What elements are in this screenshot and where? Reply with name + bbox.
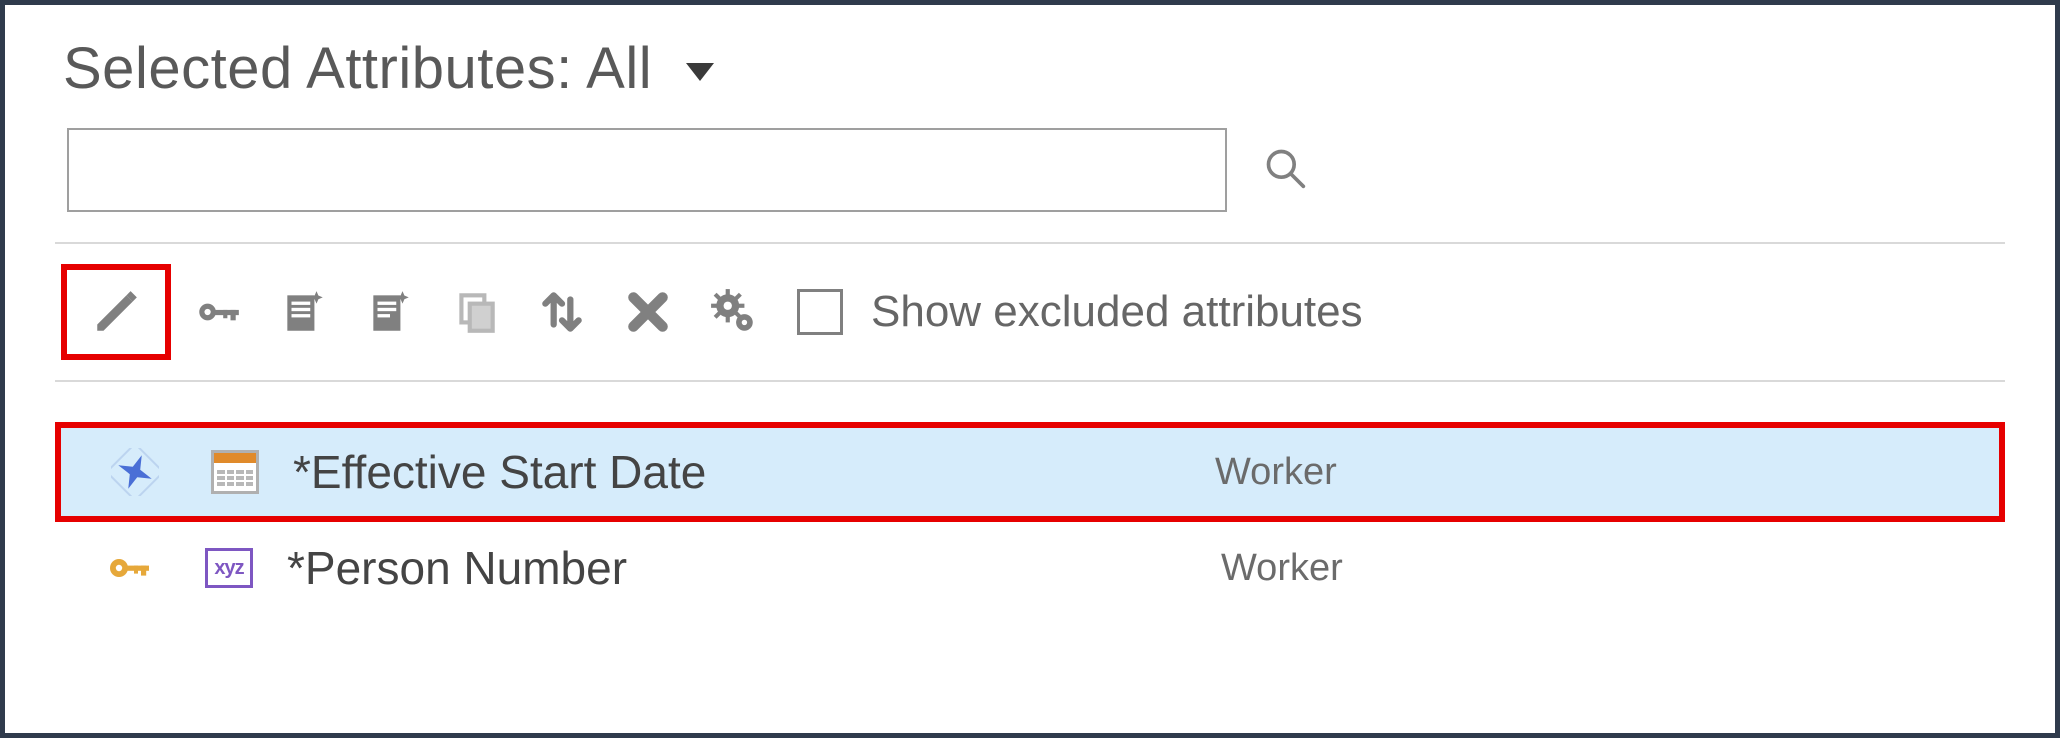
edit-button[interactable] bbox=[61, 264, 171, 360]
attribute-name: *Person Number bbox=[279, 541, 1221, 595]
show-excluded-checkbox[interactable] bbox=[797, 289, 843, 335]
attribute-name: *Effective Start Date bbox=[285, 445, 1215, 499]
panel-frame: Selected Attributes: All bbox=[0, 0, 2060, 738]
document-new-1-icon bbox=[279, 287, 329, 337]
toolbar: Show excluded attributes bbox=[55, 244, 2005, 382]
gear-settings-icon bbox=[709, 287, 759, 337]
type-badge bbox=[185, 450, 285, 494]
required-star-icon bbox=[111, 448, 159, 496]
key-gold-icon bbox=[105, 544, 153, 592]
key-icon bbox=[193, 287, 243, 337]
remove-x-icon bbox=[623, 287, 673, 337]
pencil-icon bbox=[91, 287, 141, 337]
sort-button[interactable] bbox=[523, 273, 601, 351]
chevron-down-icon bbox=[686, 63, 714, 81]
settings-button[interactable] bbox=[695, 273, 773, 351]
required-badge bbox=[85, 448, 185, 496]
header-dropdown[interactable]: Selected Attributes: All bbox=[55, 35, 2005, 102]
panel-inner: Selected Attributes: All bbox=[5, 5, 2055, 608]
copy-icon bbox=[451, 287, 501, 337]
type-badge: xyz bbox=[179, 548, 279, 588]
attribute-row-effective-start-date[interactable]: *Effective Start Date Worker bbox=[55, 422, 2005, 522]
attribute-source: Worker bbox=[1215, 451, 1975, 494]
header-title: Selected Attributes: All bbox=[63, 35, 652, 102]
key-badge bbox=[79, 544, 179, 592]
text-xyz-icon: xyz bbox=[205, 548, 253, 588]
copy-button[interactable] bbox=[437, 273, 515, 351]
new-doc-2-button[interactable] bbox=[351, 273, 429, 351]
sort-arrows-icon bbox=[537, 287, 587, 337]
attribute-list: *Effective Start Date Worker xyz *Pe bbox=[55, 382, 2005, 608]
remove-button[interactable] bbox=[609, 273, 687, 351]
new-doc-1-button[interactable] bbox=[265, 273, 343, 351]
attribute-row-person-number[interactable]: xyz *Person Number Worker bbox=[55, 528, 2005, 608]
attribute-source: Worker bbox=[1221, 547, 1981, 590]
document-new-2-icon bbox=[365, 287, 415, 337]
search-icon bbox=[1263, 146, 1307, 190]
show-excluded-label: Show excluded attributes bbox=[871, 287, 1363, 337]
calendar-icon bbox=[211, 450, 259, 494]
search-area bbox=[55, 128, 2005, 244]
search-button[interactable] bbox=[1263, 146, 1307, 195]
key-button[interactable] bbox=[179, 273, 257, 351]
search-input[interactable] bbox=[67, 128, 1227, 212]
